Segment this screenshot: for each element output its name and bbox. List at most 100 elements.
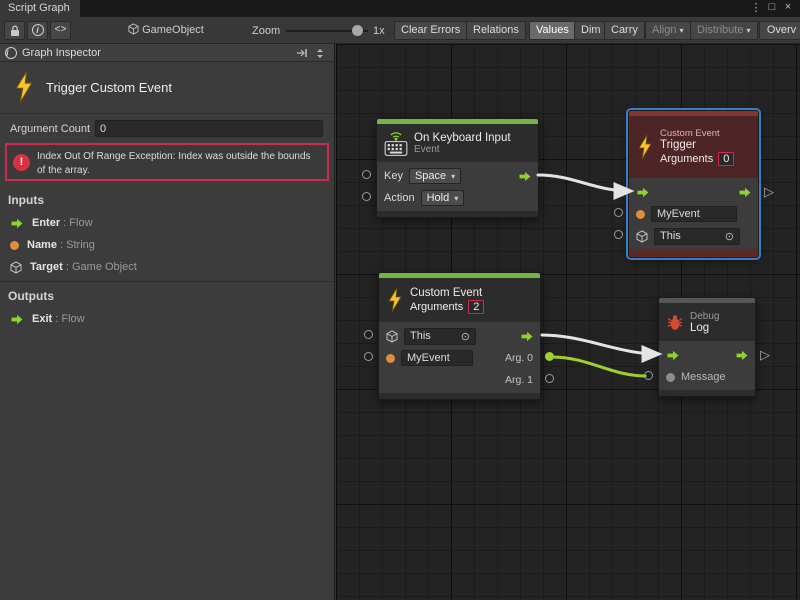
message-input-port[interactable] xyxy=(644,371,653,380)
arguments-label: Arguments xyxy=(660,153,713,165)
gameobject-selector[interactable]: GameObject xyxy=(128,23,204,36)
event-name-field[interactable]: MyEvent xyxy=(401,350,473,366)
event-name-row: MyEvent xyxy=(629,203,758,225)
tab-bar: Script Graph ⋮ □ × xyxy=(0,0,800,17)
divider xyxy=(0,281,334,282)
chevron-down-icon: ▾ xyxy=(451,172,455,181)
arg1-output-port[interactable] xyxy=(545,374,554,383)
keyboard-event-icon xyxy=(384,131,408,156)
target-field[interactable]: This⊙ xyxy=(404,328,476,345)
relations-button[interactable]: Relations xyxy=(466,21,526,40)
flow-output-port[interactable] xyxy=(735,350,749,361)
action-label: Action xyxy=(384,192,415,204)
node-on-keyboard-input[interactable]: On Keyboard Input Event Key Space▾ Actio… xyxy=(376,118,539,218)
ce-target-input-port[interactable] xyxy=(364,330,373,339)
values-button[interactable]: Values xyxy=(529,21,576,40)
input-port-enter: Enter : Flow xyxy=(10,214,93,232)
arguments-count-field[interactable]: 0 xyxy=(718,152,734,166)
wire-arg0-to-message[interactable] xyxy=(552,357,645,376)
argument-count-input[interactable] xyxy=(95,120,323,137)
action-dropdown[interactable]: Hold▾ xyxy=(421,190,465,206)
key-row: Key Space▾ xyxy=(377,165,538,187)
chevron-down-icon: ▾ xyxy=(747,26,751,35)
target-field[interactable]: This⊙ xyxy=(654,228,740,245)
clear-errors-button[interactable]: Clear Errors xyxy=(394,21,467,40)
run-indicator-icon: ▷ xyxy=(764,184,774,200)
panel-menu-icon[interactable] xyxy=(314,48,326,59)
info-icon[interactable]: i xyxy=(27,21,48,40)
lock-icon[interactable] xyxy=(4,21,25,40)
node-body: Key Space▾ Action Hold▾ xyxy=(377,162,538,211)
flow-arrow-icon xyxy=(10,218,24,229)
window-menu-icon[interactable]: ⋮ xyxy=(748,1,764,14)
arg1-label: Arg. 1 xyxy=(505,374,533,386)
align-button[interactable]: Align ▾ xyxy=(645,21,691,40)
gameobject-cube-icon xyxy=(386,330,398,343)
node-footer xyxy=(659,390,755,396)
node-subtitle: Event xyxy=(414,144,511,155)
node-header: On Keyboard Input Event xyxy=(377,124,538,162)
flow-input-port[interactable] xyxy=(666,350,680,361)
object-picker-icon[interactable]: ⊙ xyxy=(461,330,470,343)
ce-name-input-port[interactable] xyxy=(364,352,373,361)
arg0-label: Arg. 0 xyxy=(505,352,533,364)
argument-count-label: Argument Count xyxy=(10,123,90,135)
error-icon: ! xyxy=(13,154,30,171)
trigger-name-input-port[interactable] xyxy=(614,208,623,217)
message-label: Message xyxy=(681,371,726,383)
trigger-target-input-port[interactable] xyxy=(614,230,623,239)
zoom-slider-knob[interactable] xyxy=(352,25,363,36)
wire-keyboard-to-trigger[interactable] xyxy=(538,175,630,191)
graph-inspector-title: Graph Inspector xyxy=(22,47,101,59)
overview-button[interactable]: Overv xyxy=(759,21,800,40)
key-input-port[interactable] xyxy=(362,170,371,179)
node-custom-event[interactable]: Custom Event Arguments 2 This⊙ MyEvent A… xyxy=(378,272,541,400)
action-input-port[interactable] xyxy=(362,192,371,201)
node-trigger-custom-event[interactable]: Custom Event Trigger Arguments 0 MyEvent xyxy=(628,110,759,258)
flow-input-port[interactable] xyxy=(636,187,650,198)
arg1-row: Arg. 1 xyxy=(379,369,540,391)
output-port-exit: Exit : Flow xyxy=(10,310,85,328)
close-icon[interactable]: × xyxy=(780,1,796,13)
flow-output-port[interactable] xyxy=(738,187,752,198)
zoom-label: Zoom xyxy=(252,25,280,37)
graph-inspector-panel: i Graph Inspector Trigger Custom Event A… xyxy=(0,44,335,600)
flow-output-port[interactable] xyxy=(520,331,534,342)
graph-inspector-header[interactable]: i Graph Inspector xyxy=(0,44,334,62)
key-dropdown[interactable]: Space▾ xyxy=(409,168,461,184)
arguments-count-field[interactable]: 2 xyxy=(468,300,484,314)
node-footer xyxy=(379,393,540,399)
wire-customevent-to-debug[interactable] xyxy=(542,335,658,354)
event-name-field[interactable]: MyEvent xyxy=(651,206,737,222)
run-indicator-icon: ▷ xyxy=(760,347,770,363)
node-category: Debug xyxy=(690,311,719,322)
node-category: Custom Event xyxy=(660,128,734,139)
carry-button[interactable]: Carry xyxy=(604,21,645,40)
string-port-icon xyxy=(386,354,395,363)
tab-script-graph[interactable]: Script Graph xyxy=(0,0,80,17)
lightning-bolt-icon xyxy=(12,70,36,104)
bug-icon xyxy=(666,314,684,331)
object-picker-icon[interactable]: ⊙ xyxy=(725,230,734,243)
lightning-bolt-icon xyxy=(386,287,404,313)
unity-script-graph-window: Script Graph ⋮ □ × i <> GameObject Zoom … xyxy=(0,0,800,600)
flow-output-port[interactable] xyxy=(518,171,532,182)
code-icon[interactable]: <> xyxy=(50,21,71,40)
graph-canvas[interactable]: On Keyboard Input Event Key Space▾ Actio… xyxy=(336,44,800,600)
dim-button[interactable]: Dim xyxy=(574,21,608,40)
gameobject-cube-icon xyxy=(636,230,648,243)
dock-panel-icon[interactable] xyxy=(296,48,308,58)
lightning-bolt-icon xyxy=(636,134,654,160)
node-debug-log[interactable]: Debug Log Message xyxy=(658,297,756,397)
maximize-icon[interactable]: □ xyxy=(764,1,780,13)
flow-row xyxy=(629,181,758,203)
zoom-value: 1x xyxy=(373,25,385,37)
arg0-output-port[interactable] xyxy=(545,352,554,361)
chevron-down-icon: ▾ xyxy=(680,26,684,35)
chevron-down-icon: ▾ xyxy=(454,194,458,203)
distribute-button[interactable]: Distribute ▾ xyxy=(690,21,758,40)
node-body: MyEvent This⊙ xyxy=(629,178,758,249)
flow-row xyxy=(659,344,755,366)
unit-title: Trigger Custom Event xyxy=(46,80,172,95)
error-message-box: ! Index Out Of Range Exception: Index wa… xyxy=(5,143,329,181)
